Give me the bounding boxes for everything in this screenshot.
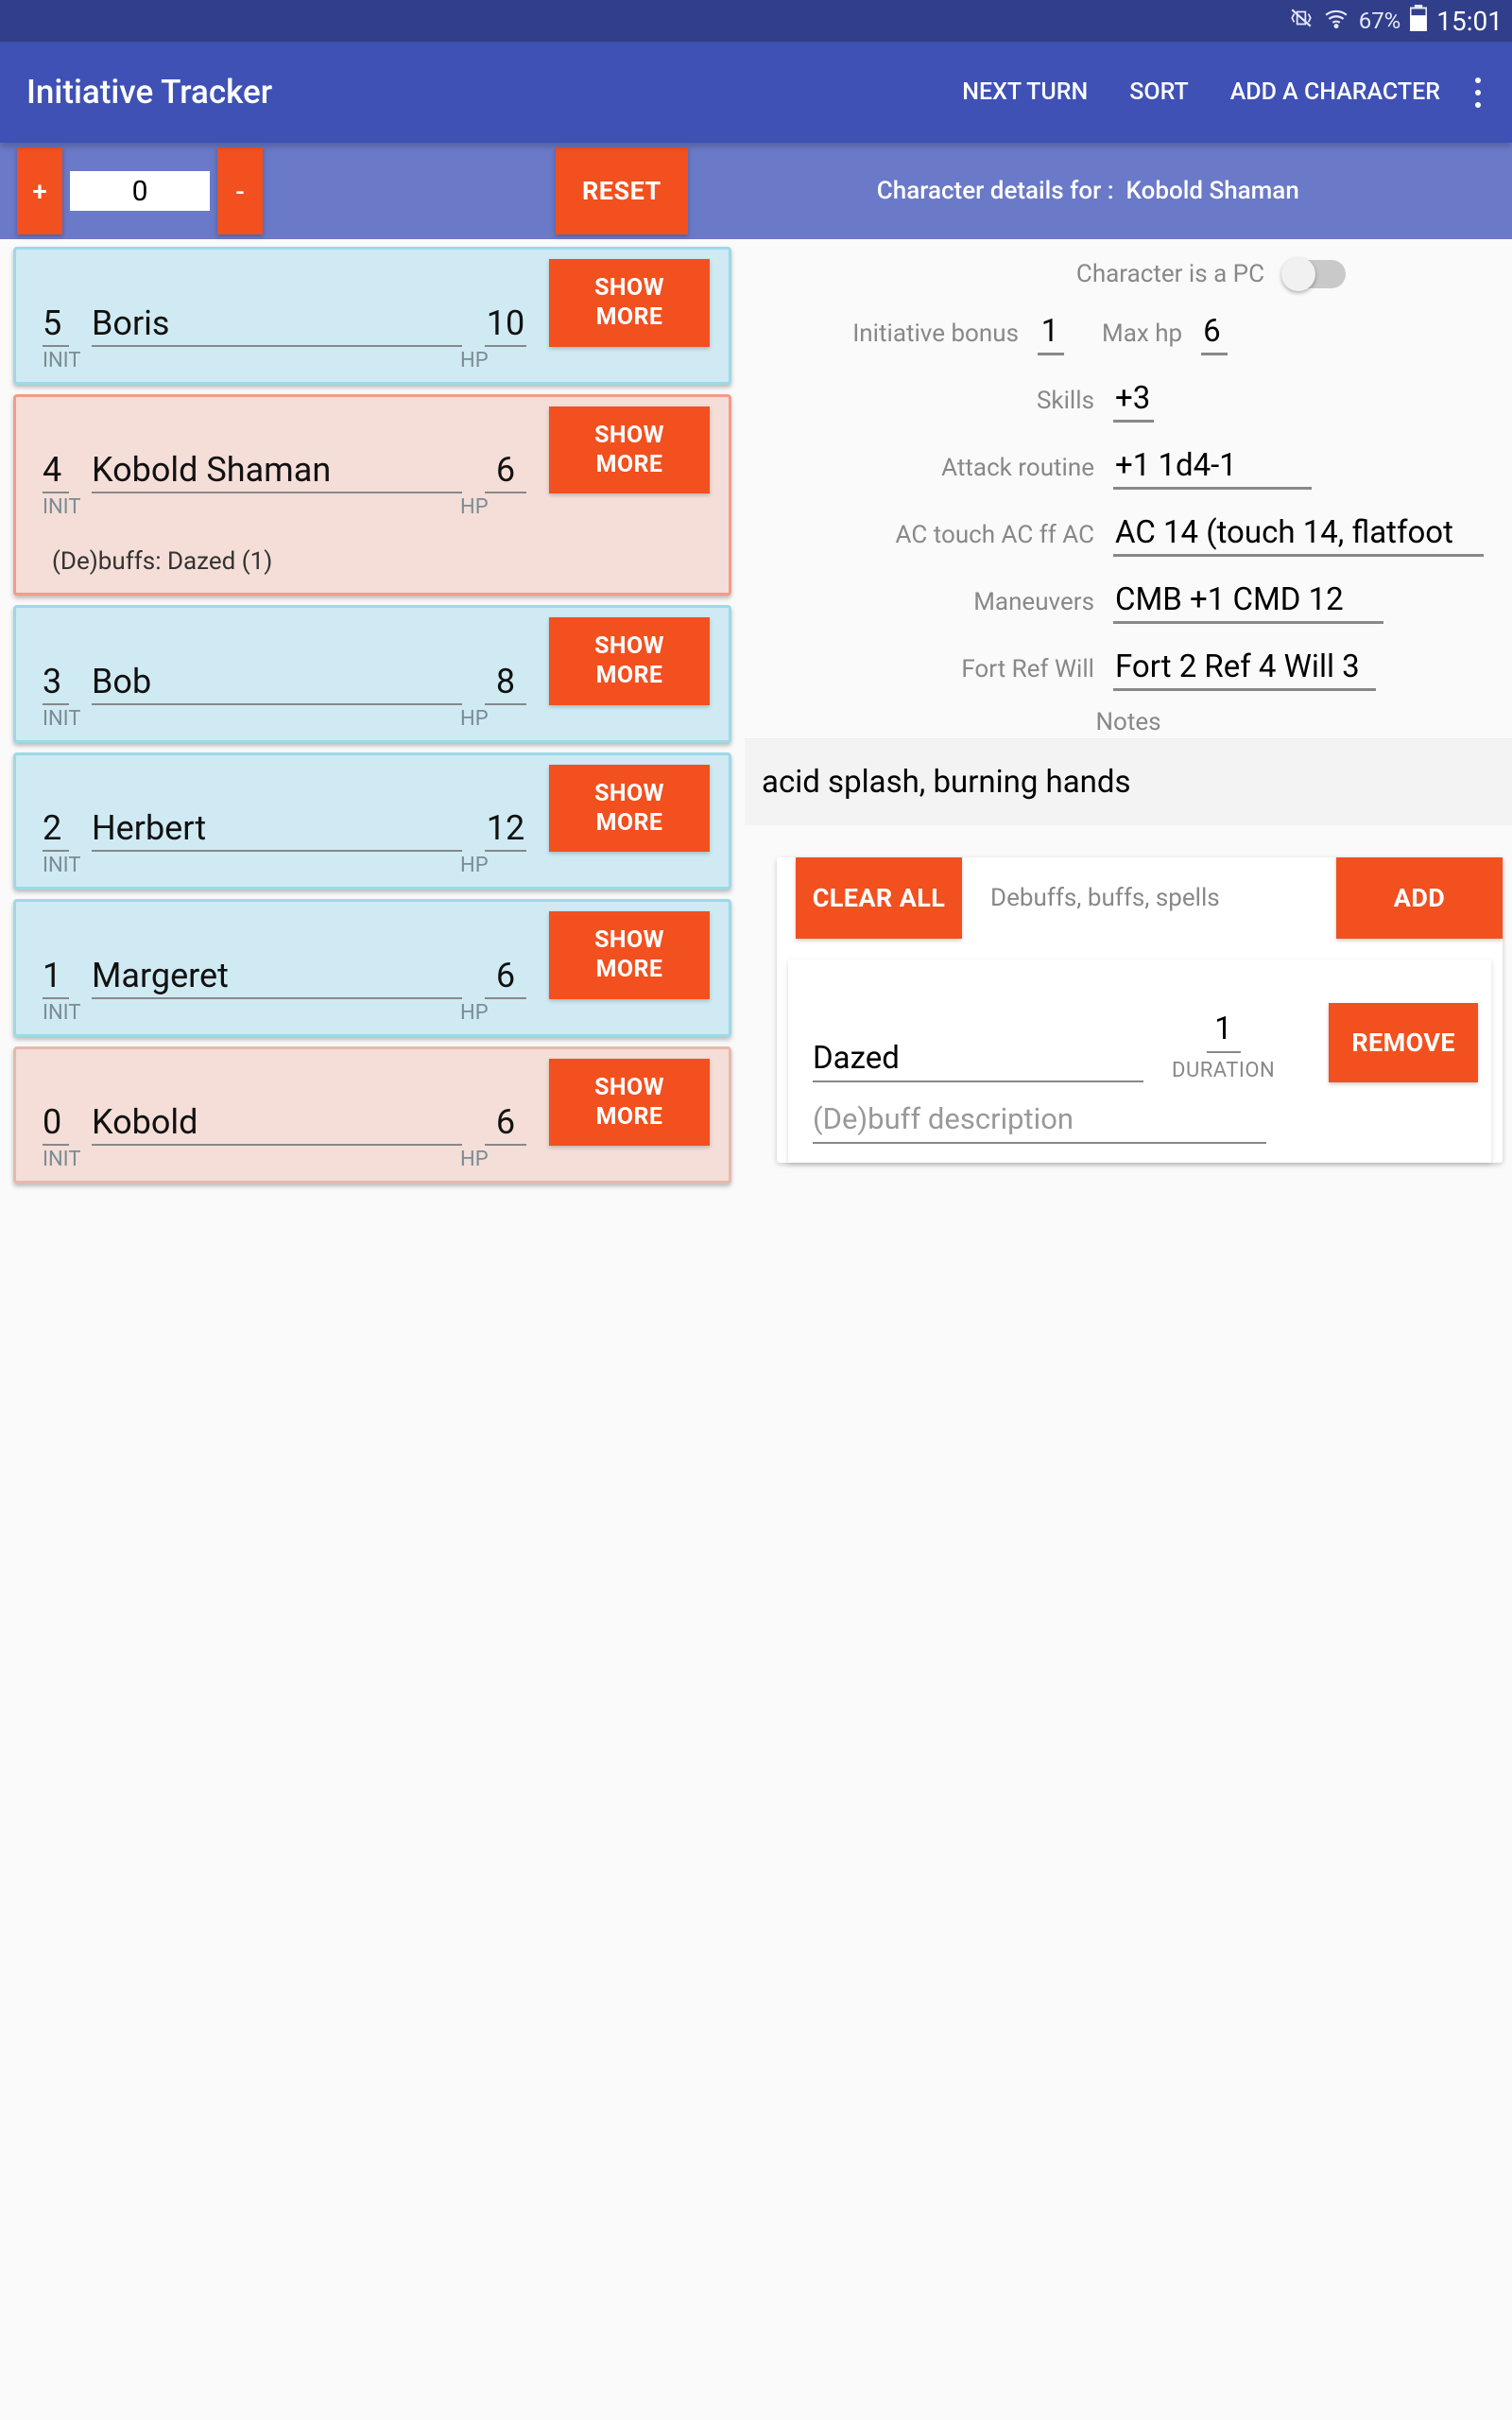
init-bonus-label: Initiative bonus — [745, 320, 1019, 348]
hp-label: HP — [460, 1148, 528, 1171]
buffs-panel: CLEAR ALL Debuffs, buffs, spells ADD Daz… — [777, 857, 1503, 1163]
buff-description-field[interactable]: (De)buff description — [813, 1088, 1266, 1144]
hp-field[interactable]: 8 — [485, 662, 526, 705]
init-field[interactable]: 1 — [43, 956, 69, 999]
init-label: INIT — [43, 495, 97, 519]
app-bar: Initiative Tracker NEXT TURN SORT ADD A … — [0, 42, 1512, 143]
toolbar: + 0 - RESET Character details for : Kobo… — [0, 143, 1512, 239]
battery-pct: 67% — [1359, 8, 1401, 34]
clear-all-button[interactable]: CLEAR ALL — [796, 857, 962, 939]
ac-field[interactable]: AC 14 (touch 14, flatfoot — [1113, 512, 1484, 557]
next-turn-action[interactable]: NEXT TURN — [941, 78, 1108, 106]
skills-label: Skills — [745, 387, 1094, 415]
ac-label: AC touch AC ff AC — [745, 521, 1094, 549]
maneuvers-label: Maneuvers — [745, 588, 1094, 616]
name-field[interactable]: Kobold Shaman — [92, 450, 462, 493]
add-character-action[interactable]: ADD A CHARACTER — [1210, 78, 1461, 106]
hp-field[interactable]: 6 — [485, 956, 526, 999]
details-panel: Character is a PC Initiative bonus 1 Max… — [745, 239, 1512, 1191]
name-field[interactable]: Kobold — [92, 1102, 462, 1146]
duration-label: DURATION — [1172, 1059, 1275, 1082]
character-card[interactable]: 2 Herbert 12 SHOWMORE INIT HP — [13, 752, 731, 890]
init-label: INIT — [43, 707, 97, 731]
init-label: INIT — [43, 1001, 97, 1025]
app-title: Initiative Tracker — [26, 73, 941, 112]
notes-field[interactable]: acid splash, burning hands — [745, 738, 1512, 825]
init-field[interactable]: 3 — [43, 662, 69, 705]
show-more-button[interactable]: SHOWMORE — [549, 765, 710, 853]
init-label: INIT — [43, 1148, 97, 1171]
vibrate-icon — [1289, 6, 1314, 36]
buff-name-field[interactable]: Dazed — [813, 1040, 1143, 1082]
hp-delta-input[interactable]: 0 — [70, 171, 210, 211]
increment-button[interactable]: + — [17, 147, 62, 234]
hp-label: HP — [460, 1001, 528, 1025]
remove-buff-button[interactable]: REMOVE — [1329, 1003, 1478, 1082]
hp-label: HP — [460, 707, 528, 731]
overflow-menu-icon[interactable] — [1461, 78, 1486, 108]
character-card[interactable]: 3 Bob 8 SHOWMORE INIT HP — [13, 605, 731, 743]
init-field[interactable]: 5 — [43, 303, 69, 347]
init-field[interactable]: 0 — [43, 1102, 69, 1146]
init-label: INIT — [43, 349, 97, 372]
buff-duration-field[interactable]: 1 — [1207, 1011, 1241, 1053]
pc-toggle[interactable] — [1283, 260, 1346, 288]
hp-field[interactable]: 10 — [485, 303, 526, 347]
add-buff-button[interactable]: ADD — [1336, 857, 1503, 939]
character-card[interactable]: 0 Kobold 6 SHOWMORE INIT HP — [13, 1046, 731, 1184]
init-field[interactable]: 4 — [43, 450, 69, 493]
debuff-summary: (De)buffs: Dazed (1) — [43, 519, 710, 583]
saves-label: Fort Ref Will — [745, 655, 1094, 683]
name-field[interactable]: Herbert — [92, 808, 462, 852]
show-more-button[interactable]: SHOWMORE — [549, 911, 710, 999]
show-more-button[interactable]: SHOWMORE — [549, 1059, 710, 1147]
hp-field[interactable]: 6 — [485, 450, 526, 493]
maxhp-label: Max hp — [1102, 320, 1182, 348]
notes-label: Notes — [745, 702, 1512, 738]
battery-icon — [1410, 5, 1427, 37]
hp-label: HP — [460, 854, 528, 877]
wifi-icon — [1323, 6, 1349, 36]
show-more-button[interactable]: SHOWMORE — [549, 406, 710, 494]
show-more-button[interactable]: SHOWMORE — [549, 259, 710, 347]
attack-label: Attack routine — [745, 454, 1094, 482]
decrement-button[interactable]: - — [217, 147, 263, 234]
skills-field[interactable]: +3 — [1113, 378, 1154, 423]
init-label: INIT — [43, 854, 97, 877]
character-card[interactable]: 1 Margeret 6 SHOWMORE INIT HP — [13, 899, 731, 1037]
buff-item: Dazed 1 DURATION REMOVE (De)buff descrip… — [788, 959, 1491, 1163]
status-time: 15:01 — [1436, 6, 1503, 37]
hp-field[interactable]: 12 — [485, 808, 526, 852]
name-field[interactable]: Margeret — [92, 956, 462, 999]
maxhp-field[interactable]: 6 — [1201, 311, 1228, 355]
name-field[interactable]: Boris — [92, 303, 462, 347]
saves-field[interactable]: Fort 2 Ref 4 Will 3 — [1113, 647, 1376, 691]
reset-button[interactable]: RESET — [556, 147, 688, 234]
pc-label: Character is a PC — [745, 260, 1264, 288]
hp-label: HP — [460, 495, 528, 519]
character-card[interactable]: 5 Boris 10 SHOWMORE INIT HP — [13, 247, 731, 385]
attack-field[interactable]: +1 1d4-1 — [1113, 445, 1312, 490]
name-field[interactable]: Bob — [92, 662, 462, 705]
character-card[interactable]: 4 Kobold Shaman 6 SHOWMORE INIT HP (De)b… — [13, 394, 731, 596]
init-bonus-field[interactable]: 1 — [1038, 311, 1064, 355]
details-header: Character details for : Kobold Shaman — [877, 177, 1299, 205]
init-field[interactable]: 2 — [43, 808, 69, 852]
sort-action[interactable]: SORT — [1108, 78, 1210, 106]
android-status-bar: 67% 15:01 — [0, 0, 1512, 42]
buffs-title: Debuffs, buffs, spells — [990, 884, 1308, 912]
hp-field[interactable]: 6 — [485, 1102, 526, 1146]
maneuvers-field[interactable]: CMB +1 CMD 12 — [1113, 579, 1383, 624]
hp-label: HP — [460, 349, 528, 372]
character-list: 5 Boris 10 SHOWMORE INIT HP 4 Kobold Sha… — [0, 239, 745, 1191]
show-more-button[interactable]: SHOWMORE — [549, 617, 710, 705]
